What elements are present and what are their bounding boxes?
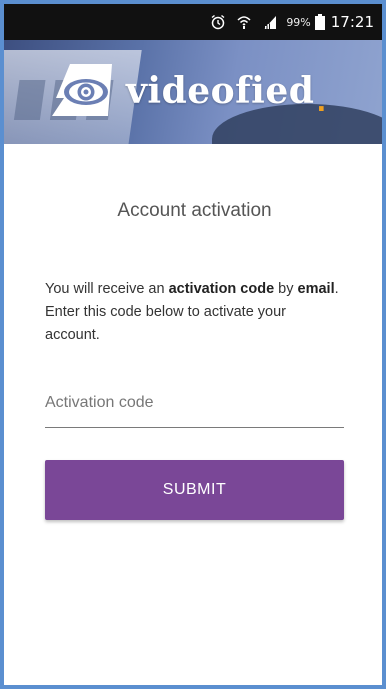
clock: 17:21: [330, 13, 374, 31]
activation-code-field: [45, 387, 344, 428]
instructions-part-2: by: [274, 281, 298, 297]
battery-level: 99%: [286, 15, 311, 29]
instructions-bold-email: email: [297, 281, 335, 297]
signal-icon: [262, 14, 278, 30]
activation-code-input[interactable]: [45, 387, 344, 419]
app-frame: 99% 17:21 videofied . Account activation…: [0, 0, 386, 689]
header-banner: videofied .: [4, 40, 382, 144]
main-content: Account activation You will receive an a…: [4, 200, 382, 520]
eye-logo-icon: [52, 64, 112, 116]
videofied-logo: videofied .: [48, 58, 326, 124]
instructions-text: You will receive an activation code by e…: [45, 278, 344, 347]
instructions-bold-activation-code: activation code: [168, 281, 275, 297]
submit-button[interactable]: SUBMIT: [45, 460, 344, 520]
wifi-icon: [236, 14, 252, 30]
instructions-part-1: You will receive an: [45, 281, 169, 297]
page-title: Account activation: [117, 200, 272, 221]
alarm-icon: [210, 14, 226, 30]
brand-name: videofied: [126, 70, 315, 112]
battery-icon: [314, 14, 325, 30]
brand-dot: .: [316, 88, 327, 118]
status-bar: 99% 17:21: [4, 4, 382, 40]
